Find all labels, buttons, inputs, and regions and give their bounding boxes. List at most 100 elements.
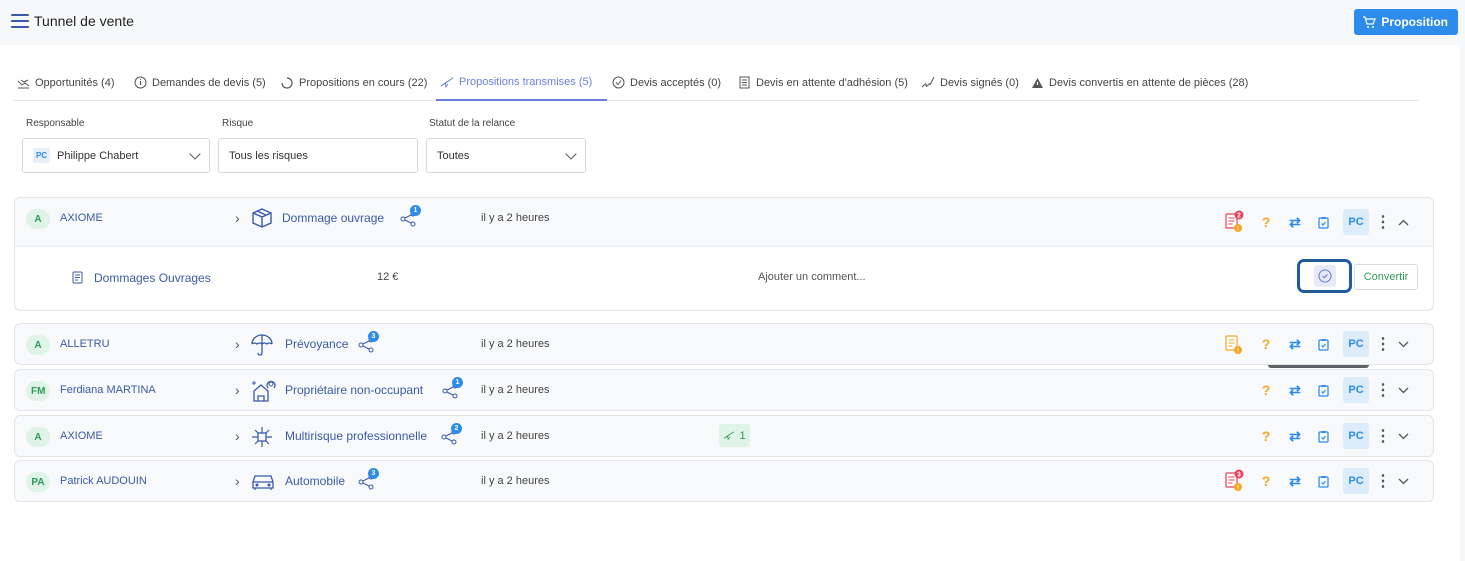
share-icon[interactable]: 1 (399, 205, 421, 228)
clipboard-icon[interactable] (1316, 207, 1330, 237)
more-options-icon[interactable]: ⋮ (1375, 421, 1391, 451)
avatar: A (26, 335, 50, 355)
chevron-down-icon (565, 147, 577, 160)
chevron-right-icon: › (235, 336, 240, 352)
owner-badge-button[interactable]: PC (1343, 468, 1369, 494)
document-alert-icon[interactable]: 3! (1223, 466, 1245, 496)
tab-devis-attente-adhesion[interactable]: Devis en attente d'adhésion (5) (733, 65, 917, 100)
share-icon[interactable]: 3 (357, 468, 379, 491)
chevron-down-icon[interactable] (1395, 466, 1411, 496)
share-count-badge: 3 (368, 331, 379, 342)
svg-text:!: ! (1237, 486, 1239, 492)
help-icon[interactable]: ? (1260, 329, 1272, 359)
signature-icon (921, 76, 935, 90)
tab-demandes-devis[interactable]: Demandes de devis (5) (129, 65, 276, 100)
chevron-up-icon[interactable] (1395, 207, 1411, 237)
tab-devis-signes[interactable]: Devis signés (0) (917, 65, 1026, 100)
help-icon[interactable]: ? (1260, 466, 1272, 496)
product-link[interactable]: Multirisque professionnelle (285, 429, 427, 443)
svg-text:3: 3 (1237, 472, 1241, 479)
owner-badge-button[interactable]: PC (1343, 209, 1369, 235)
responsable-select[interactable]: PC Philippe Chabert (22, 138, 210, 173)
tab-opportunites[interactable]: Opportunités (4) (12, 65, 129, 100)
clipboard-icon[interactable] (1316, 421, 1330, 451)
transfer-icon[interactable]: ⇄ (1287, 466, 1303, 496)
help-icon[interactable]: ? (1260, 207, 1272, 237)
transfer-icon[interactable]: ⇄ (1287, 207, 1303, 237)
client-link[interactable]: ALLETRU (60, 338, 110, 350)
client-link[interactable]: AXIOME (60, 212, 103, 224)
proposal-price: 12 € (377, 271, 399, 283)
svg-text:!: ! (1237, 349, 1239, 355)
proposal-name-link[interactable]: Dommages Ouvrages (94, 271, 211, 285)
cart-icon (1363, 15, 1377, 28)
client-link[interactable]: Patrick AUDOUIN (60, 475, 147, 487)
more-options-icon[interactable]: ⋮ (1375, 207, 1391, 237)
tab-label: Opportunités (4) (35, 76, 115, 89)
document-alert-icon[interactable]: 2! (1223, 207, 1245, 237)
svg-text:!: ! (1237, 227, 1239, 233)
tab-propositions-transmises[interactable]: Propositions transmises (5) (436, 65, 607, 101)
help-icon[interactable]: ? (1260, 375, 1272, 405)
relance-value: Toutes (437, 149, 470, 162)
comment-input[interactable]: Ajouter un comment... (758, 271, 866, 283)
risque-value: Tous les risques (229, 149, 308, 162)
owner-badge-button[interactable]: PC (1343, 377, 1369, 403)
sent-count-badge[interactable]: 1 (719, 424, 750, 447)
owner-badge-button[interactable]: PC (1343, 331, 1369, 357)
list-item: A ALLETRU › Prévoyance 3 il y a 2 heures… (14, 323, 1434, 365)
clipboard-icon[interactable] (1316, 466, 1330, 496)
product-link[interactable]: Propriétaire non-occupant (285, 383, 423, 397)
tab-devis-acceptes[interactable]: Devis acceptés (0) (607, 65, 733, 100)
owner-badge-button[interactable]: PC (1343, 423, 1369, 449)
chevron-down-icon[interactable] (1395, 421, 1411, 451)
transfer-icon[interactable]: ⇄ (1287, 375, 1303, 405)
avatar: FM (26, 381, 51, 401)
document-warning-icon[interactable]: ! (1223, 329, 1245, 359)
sent-count: 1 (739, 429, 746, 442)
proposal-detail: Dommages Ouvrages 12 € Ajouter un commen… (15, 246, 1433, 309)
share-count-badge: 1 (410, 205, 421, 216)
filter-risque-label: Risque (222, 118, 254, 129)
timestamp: il y a 2 heures (481, 212, 550, 224)
accept-highlight (1297, 259, 1352, 293)
mark-accepted-button[interactable] (1313, 265, 1336, 287)
transfer-icon[interactable]: ⇄ (1287, 421, 1303, 451)
paper-plane-icon (724, 431, 735, 440)
more-options-icon[interactable]: ⋮ (1375, 375, 1391, 405)
help-icon[interactable]: ? (1260, 421, 1272, 451)
share-icon[interactable]: 1 (441, 377, 463, 400)
risque-input[interactable]: Tous les risques (218, 138, 418, 173)
product-link[interactable]: Prévoyance (285, 337, 348, 351)
avatar: A (26, 209, 50, 229)
tab-propositions-en-cours[interactable]: Propositions en cours (22) (276, 65, 436, 100)
proposition-button[interactable]: Proposition (1354, 9, 1458, 35)
hamburger-menu-icon[interactable] (11, 14, 29, 28)
top-bar: Tunnel de vente Proposition (0, 0, 1465, 44)
client-link[interactable]: Ferdiana MARTINA (60, 384, 156, 396)
chevron-down-icon[interactable] (1395, 375, 1411, 405)
share-count-badge: 3 (368, 468, 379, 479)
transfer-icon[interactable]: ⇄ (1287, 329, 1303, 359)
share-icon[interactable]: 3 (357, 331, 379, 354)
product-link[interactable]: Dommage ouvrage (282, 211, 384, 225)
product-link[interactable]: Automobile (285, 474, 345, 488)
tab-devis-convertis[interactable]: Devis convertis en attente de pièces (28… (1026, 65, 1266, 100)
paper-plane-icon (440, 75, 454, 89)
timestamp: il y a 2 heures (481, 430, 550, 442)
clipboard-icon[interactable] (1316, 329, 1330, 359)
clipboard-icon[interactable] (1316, 375, 1330, 405)
more-options-icon[interactable]: ⋮ (1375, 329, 1391, 359)
convert-button[interactable]: Convertir (1354, 264, 1418, 290)
umbrella-icon (250, 333, 274, 356)
filter-relance-label: Statut de la relance (429, 118, 516, 129)
chevron-down-icon[interactable] (1395, 329, 1411, 359)
chevron-down-icon (189, 147, 201, 160)
more-options-icon[interactable]: ⋮ (1375, 466, 1391, 496)
document-icon (72, 271, 84, 285)
timestamp: il y a 2 heures (481, 475, 550, 487)
relance-select[interactable]: Toutes (426, 138, 586, 173)
client-link[interactable]: AXIOME (60, 430, 103, 442)
check-circle-icon (1317, 269, 1332, 283)
share-icon[interactable]: 2 (440, 423, 462, 446)
